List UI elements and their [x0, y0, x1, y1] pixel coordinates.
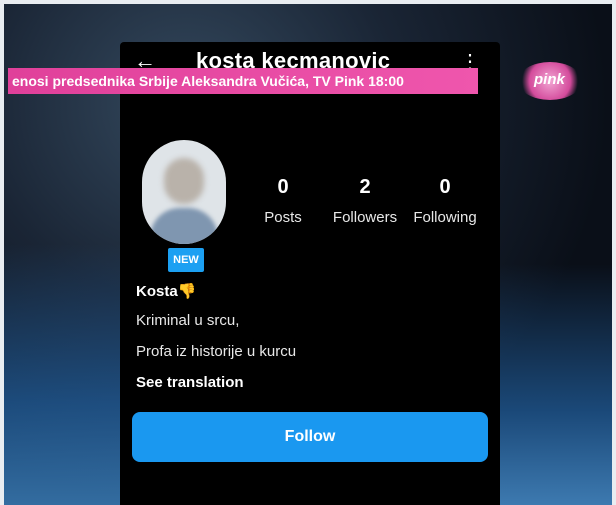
- avatar[interactable]: [142, 140, 226, 244]
- tv-channel-logo: pink: [518, 62, 582, 100]
- see-translation-link[interactable]: See translation: [136, 374, 244, 391]
- stat-following-label: Following: [413, 209, 477, 226]
- news-ticker: enosi predsednika Srbije Aleksandra Vuči…: [8, 68, 478, 94]
- phone-screen: ← kosta kecmanovic ⋮ NEW 0 Posts 2 Follo…: [120, 42, 500, 505]
- new-badge: NEW: [166, 246, 206, 274]
- profile-name-text: Kosta: [136, 283, 178, 300]
- stat-followers[interactable]: 2 Followers: [320, 176, 410, 226]
- stat-followers-label: Followers: [332, 209, 398, 226]
- bio-line: Profa iz historije u kurcu: [136, 343, 297, 360]
- background-glow-right: [482, 264, 612, 505]
- stat-posts[interactable]: 0 Posts: [238, 176, 328, 226]
- profile-name: Kosta👎: [136, 282, 196, 300]
- avatar-face: [164, 158, 204, 204]
- background-glow-left: [4, 244, 134, 505]
- ticker-text: enosi predsednika Srbije Aleksandra Vuči…: [12, 73, 404, 89]
- bio-line: Kriminal u srcu,: [136, 312, 240, 329]
- stat-followers-value: 2: [359, 176, 371, 198]
- tv-frame: ← kosta kecmanovic ⋮ NEW 0 Posts 2 Follo…: [0, 0, 616, 505]
- thumbs-down-emoji-icon: 👎: [177, 283, 197, 300]
- tv-channel-logo-text: pink: [534, 71, 565, 88]
- stat-posts-label: Posts: [264, 209, 302, 226]
- avatar-body: [150, 208, 218, 244]
- stat-following-value: 0: [439, 176, 451, 198]
- stat-following[interactable]: 0 Following: [400, 176, 490, 226]
- stat-posts-value: 0: [277, 176, 289, 198]
- follow-button[interactable]: Follow: [132, 412, 488, 462]
